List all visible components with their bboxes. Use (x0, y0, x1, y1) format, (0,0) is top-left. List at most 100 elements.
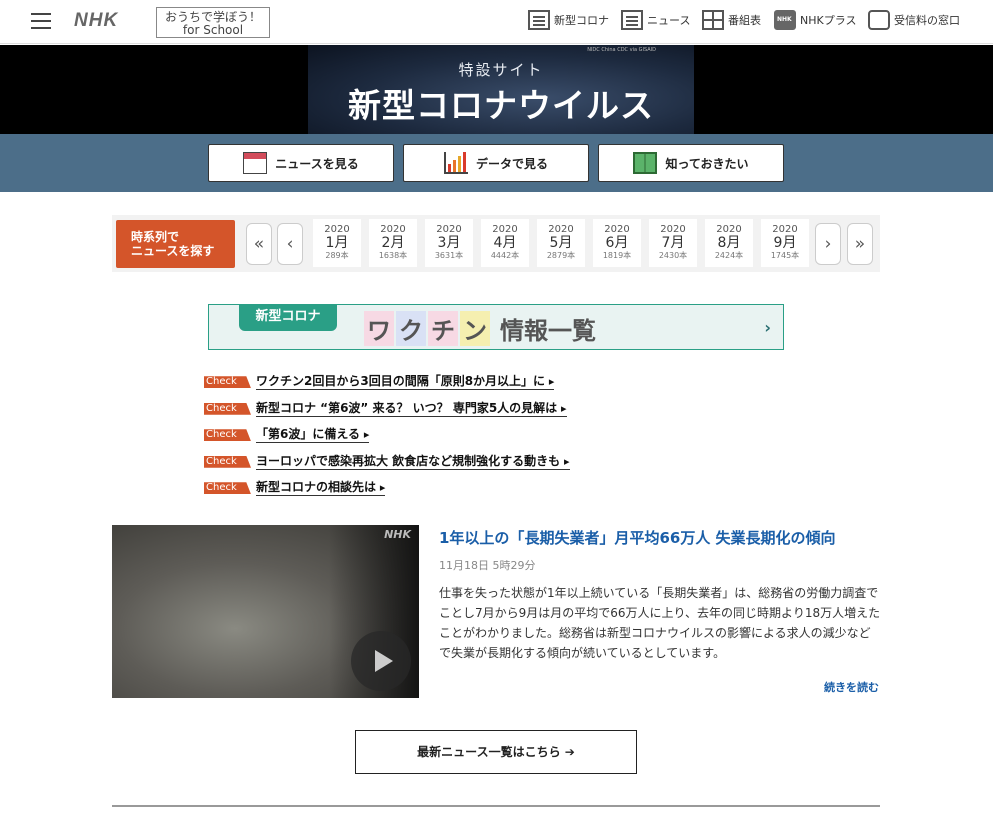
menu-icon[interactable] (31, 13, 51, 29)
check-link[interactable]: 「第6波」に備える (256, 427, 370, 444)
vaccine-char-1: ワ (364, 311, 394, 346)
check-tag: Check (204, 455, 251, 468)
check-item: Check ヨーロッパで感染再拡大 飲食店など規制強化する動きも (204, 449, 570, 476)
timeline-month-month: 1月 (325, 235, 349, 251)
timeline-month-count: 2424本 (714, 251, 744, 260)
nav-nhk-plus[interactable]: NHKプラス (774, 10, 857, 30)
timeline-label[interactable]: 時系列で ニュースを探す (116, 220, 235, 268)
timeline-month-year: 2020 (772, 224, 798, 235)
nav-nhk-plus-label: NHKプラス (800, 14, 857, 27)
check-tag: Check (204, 482, 251, 495)
know-more-button[interactable]: 知っておきたい (598, 144, 784, 182)
timeline-month-year: 2020 (492, 224, 518, 235)
timeline-month-count: 1819本 (602, 251, 632, 260)
banner-credit: NIDC China CDC via GISAID (587, 47, 656, 53)
chevron-right-icon: › (764, 318, 771, 337)
timeline-month-2[interactable]: 2020 2月 1638本 (369, 219, 417, 267)
read-more-link[interactable]: 続きを読む (824, 679, 879, 695)
timeline-month-month: 6月 (605, 235, 629, 251)
vaccine-char-2: ク (396, 311, 426, 346)
timeline-next-button[interactable]: › (815, 223, 841, 265)
section-nav-strip: ニュースを見る データで見る 知っておきたい (0, 134, 993, 192)
timeline-month-count: 1745本 (770, 251, 800, 260)
vaccine-char-3: チ (428, 311, 458, 346)
check-item: Check 「第6波」に備える (204, 422, 570, 449)
timeline-month-4[interactable]: 2020 4月 4442本 (481, 219, 529, 267)
nav-reception-fee-label: 受信料の窓口 (894, 14, 960, 27)
check-link[interactable]: 新型コロナ “第6波” 来る？ いつ？ 専門家5人の見解は (256, 401, 567, 417)
nav-program-guide[interactable]: 番組表 (702, 10, 761, 30)
banner-title: 新型コロナウイルス (348, 86, 654, 125)
article-body: 仕事を失った状態が1年以上続いている「長期失業者」は、総務省の労働力調査でことし… (439, 586, 881, 660)
timeline-month-year: 2020 (324, 224, 350, 235)
vaccine-banner-title: ワ ク チ ン 情報一覧 (364, 311, 596, 346)
timeline-month-5[interactable]: 2020 5月 2879本 (537, 219, 585, 267)
vaccine-char-4: ン (460, 311, 490, 346)
site-header: NHK おうちで学ぼう！ for School 新型コロナ ニュース 番組表 N… (0, 0, 993, 44)
divider (112, 805, 880, 807)
timeline-month-count: 2430本 (658, 251, 688, 260)
vaccine-info-banner[interactable]: 新型コロナ ワ ク チ ン 情報一覧 › (208, 304, 784, 350)
nhk-watermark: NHK (384, 528, 411, 541)
newspaper-icon (243, 152, 268, 174)
for-school-link[interactable]: おうちで学ぼう！ for School (156, 7, 270, 38)
check-item: Check 新型コロナ “第6波” 来る？ いつ？ 専門家5人の見解は (204, 396, 570, 423)
timeline-navigator: 時系列で ニュースを探す « ‹ 2020 1月 289本 2020 2月 1638本 20… (112, 215, 880, 272)
news-view-button[interactable]: ニュースを見る (208, 144, 394, 182)
timeline-month-year: 2020 (380, 224, 406, 235)
timeline-month-month: 7月 (661, 235, 685, 251)
nav-corona-label: 新型コロナ (554, 14, 609, 27)
know-more-label: 知っておきたい (665, 156, 749, 171)
timeline-month-9[interactable]: 2020 9月 1745本 (761, 219, 809, 267)
play-icon[interactable] (351, 631, 411, 691)
timeline-month-count: 1638本 (378, 251, 408, 260)
timeline-month-6[interactable]: 2020 6月 1819本 (593, 219, 641, 267)
nhk-plus-icon (774, 10, 796, 30)
latest-news-button[interactable]: 最新ニュース一覧はこちら ➔ (355, 730, 637, 774)
timeline-month-year: 2020 (716, 224, 742, 235)
timeline-month-year: 2020 (548, 224, 574, 235)
nhk-logo[interactable]: NHK (74, 10, 118, 32)
check-link[interactable]: ヨーロッパで感染再拡大 飲食店など規制強化する動きも (256, 454, 570, 470)
vaccine-banner-rest: 情報一覧 (500, 317, 596, 345)
nav-corona[interactable]: 新型コロナ (528, 10, 609, 30)
timeline-month-1[interactable]: 2020 1月 289本 (313, 219, 361, 267)
article-date: 11月18日 5時29分 (439, 559, 536, 572)
check-link[interactable]: ワクチン2回目から3回目の間隔「原則8か月以上」に (256, 374, 555, 391)
program-guide-icon (702, 10, 724, 30)
article-title[interactable]: 1年以上の「長期失業者」月平均66万人 失業長期化の傾向 (439, 527, 836, 548)
timeline-month-count: 289本 (325, 251, 349, 260)
timeline-month-count: 4442本 (490, 251, 520, 260)
article-thumbnail[interactable]: NHK (112, 525, 419, 698)
check-link[interactable]: 新型コロナの相談先は (256, 480, 386, 497)
timeline-month-7[interactable]: 2020 7月 2430本 (649, 219, 697, 267)
timeline-month-year: 2020 (436, 224, 462, 235)
check-tag: Check (204, 376, 251, 389)
timeline-month-year: 2020 (604, 224, 630, 235)
book-icon (633, 152, 658, 174)
nav-reception-fee[interactable]: 受信料の窓口 (868, 10, 960, 30)
data-view-label: データで見る (475, 156, 548, 171)
nav-news-label: ニュース (647, 14, 691, 27)
banner-image[interactable]: NIDC China CDC via GISAID 特設サイト 新型コロナウイル… (308, 45, 694, 134)
timeline-month-count: 2879本 (546, 251, 576, 260)
nav-news[interactable]: ニュース (621, 10, 690, 30)
check-item: Check 新型コロナの相談先は (204, 475, 570, 502)
timeline-prev-button[interactable]: ‹ (277, 223, 303, 265)
banner-subtitle: 特設サイト (458, 61, 544, 79)
for-school-line2: for School (182, 23, 244, 37)
timeline-last-button[interactable]: » (847, 223, 873, 265)
special-site-banner: NIDC China CDC via GISAID 特設サイト 新型コロナウイル… (0, 45, 993, 134)
timeline-month-count: 3631本 (434, 251, 464, 260)
check-tag: Check (204, 402, 251, 415)
timeline-month-3[interactable]: 2020 3月 3631本 (425, 219, 473, 267)
timeline-month-8[interactable]: 2020 8月 2424本 (705, 219, 753, 267)
timeline-first-button[interactable]: « (246, 223, 272, 265)
check-tag: Check (204, 429, 251, 442)
timeline-month-year: 2020 (660, 224, 686, 235)
vaccine-banner-tag: 新型コロナ (239, 305, 337, 331)
nav-program-guide-label: 番組表 (728, 14, 761, 27)
timeline-month-month: 8月 (717, 235, 741, 251)
data-view-button[interactable]: データで見る (403, 144, 589, 182)
timeline-month-month: 2月 (381, 235, 405, 251)
